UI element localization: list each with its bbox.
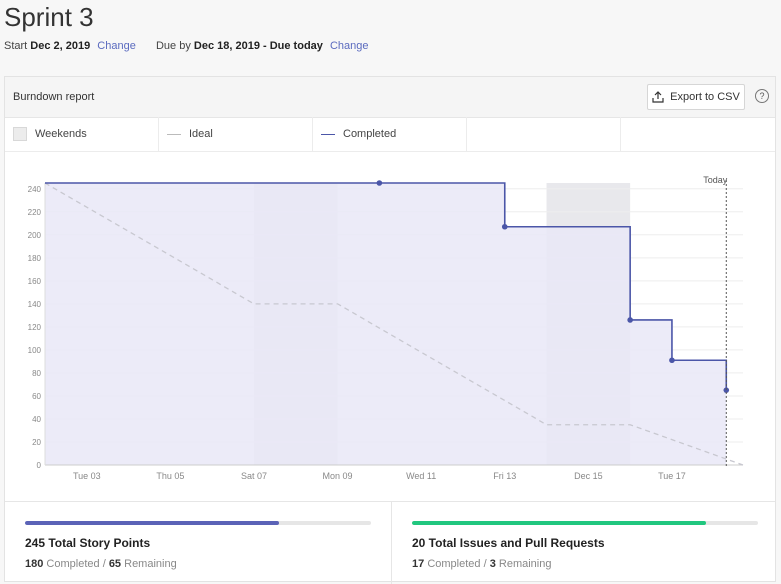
due-label: Due by	[155, 40, 191, 52]
issues-remaining-label: Remaining	[498, 558, 552, 570]
x-tick-label: Wed 11	[406, 471, 436, 481]
y-tick-label: 100	[28, 346, 42, 355]
story-points-completed-label: Completed	[46, 558, 100, 570]
x-tick-label: Tue 03	[73, 471, 101, 481]
panel-title: Burndown report	[13, 91, 95, 103]
legend-completed[interactable]: Completed	[313, 117, 467, 151]
story-points-detail: 180 Completed / 65 Remaining	[25, 558, 177, 570]
change-due-link[interactable]: Change	[330, 40, 369, 52]
panel-header: Burndown report Export to CSV ?	[5, 77, 775, 118]
legend-weekends[interactable]: Weekends	[5, 117, 159, 151]
ideal-line-swatch	[167, 133, 181, 135]
y-tick-label: 140	[28, 300, 42, 309]
y-tick-label: 80	[32, 369, 41, 378]
export-csv-button[interactable]: Export to CSV	[647, 84, 745, 110]
stats-footer: 245 Total Story Points 180 Completed / 6…	[5, 501, 777, 584]
completed-line-swatch	[321, 133, 335, 135]
story-points-stat: 245 Total Story Points 180 Completed / 6…	[5, 502, 391, 584]
issues-stat: 20 Total Issues and Pull Requests 17 Com…	[391, 502, 777, 584]
weekend-swatch	[13, 127, 27, 141]
y-tick-label: 240	[28, 185, 42, 194]
completed-point	[376, 180, 383, 186]
sprint-dates: Start Dec 2, 2019 Change Due by Dec 18, …	[4, 40, 369, 52]
x-tick-label: Thu 05	[156, 471, 184, 481]
completed-point	[669, 357, 675, 364]
y-tick-label: 180	[28, 254, 42, 263]
story-points-completed: 180	[25, 558, 44, 570]
help-icon[interactable]: ?	[755, 89, 769, 103]
issues-completed: 17	[412, 558, 425, 570]
story-points-separator: /	[102, 558, 106, 570]
due-date: Dec 18, 2019 - Due today	[193, 40, 323, 52]
legend-weekends-label: Weekends	[35, 128, 87, 140]
y-tick-label: 120	[28, 323, 42, 332]
completed-point	[501, 223, 508, 230]
story-points-progress	[25, 521, 371, 525]
issues-headline: 20 Total Issues and Pull Requests	[412, 536, 605, 550]
legend-ideal-label: Ideal	[189, 128, 213, 140]
issues-remaining: 3	[489, 558, 496, 570]
issues-progress-fill	[412, 521, 707, 525]
legend-ideal[interactable]: Ideal	[159, 117, 313, 151]
today-label: Today	[703, 175, 728, 185]
x-tick-label: Sat 07	[241, 471, 267, 481]
x-tick-label: Dec 15	[574, 471, 603, 481]
y-tick-label: 20	[32, 438, 41, 447]
y-tick-label: 200	[28, 231, 42, 240]
x-tick-label: Mon 09	[323, 471, 353, 481]
story-points-remaining-label: Remaining	[124, 558, 177, 570]
upload-icon	[652, 91, 664, 103]
completed-point	[627, 317, 633, 323]
legend-completed-label: Completed	[343, 128, 397, 140]
start-label: Start	[4, 40, 28, 52]
y-tick-label: 0	[37, 461, 42, 470]
chart-legend: Weekends Ideal Completed	[5, 117, 775, 152]
burndown-panel: Burndown report Export to CSV ? Weekends…	[4, 76, 777, 584]
y-tick-label: 220	[28, 208, 42, 217]
story-points-headline: 245 Total Story Points	[25, 536, 151, 550]
issues-completed-label: Completed	[427, 558, 481, 570]
issues-detail: 17 Completed / 3 Remaining	[412, 558, 551, 570]
y-tick-label: 60	[32, 392, 41, 401]
x-tick-label: Tue 17	[658, 471, 686, 481]
start-date: Dec 2, 2019	[30, 40, 91, 52]
story-points-progress-fill	[25, 521, 280, 525]
y-tick-label: 40	[32, 415, 41, 424]
burndown-chart: 0 20 40 60 80 100 120 140 160 180 200 220 240 Tue 03 T…	[28, 175, 744, 481]
legend-empty	[467, 117, 621, 151]
issues-separator: /	[483, 558, 487, 570]
y-tick-label: 160	[28, 277, 42, 286]
story-points-remaining: 65	[108, 558, 122, 570]
page-title: Sprint 3	[4, 2, 94, 32]
change-start-link[interactable]: Change	[97, 40, 136, 52]
export-label: Export to CSV	[670, 91, 740, 103]
issues-progress	[412, 521, 758, 525]
x-tick-label: Fri 13	[493, 471, 516, 481]
